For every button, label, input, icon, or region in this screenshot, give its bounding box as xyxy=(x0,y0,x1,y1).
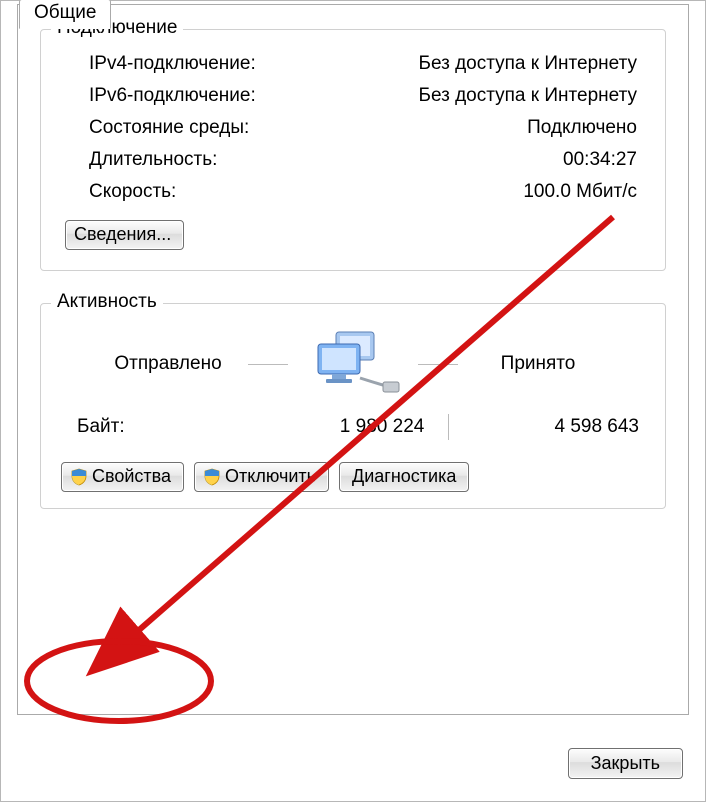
close-button-label: Закрыть xyxy=(591,753,660,774)
tab-general[interactable]: Общие xyxy=(19,0,111,29)
row-media: Состояние среды: Подключено xyxy=(59,112,647,144)
bytes-label: Байт: xyxy=(77,416,258,438)
divider xyxy=(448,414,449,440)
shield-icon xyxy=(70,468,88,486)
bytes-sent-value: 1 980 224 xyxy=(258,416,439,438)
connection-status-dialog: Общие Подключение IPv4-подключение: Без … xyxy=(0,0,706,802)
activity-group: Активность Отправлено xyxy=(40,303,666,509)
diagnose-button-label: Диагностика xyxy=(352,466,456,487)
activity-header: Отправлено xyxy=(59,328,647,400)
divider xyxy=(418,364,458,365)
media-state-label: Состояние среды: xyxy=(89,117,249,139)
ipv4-label: IPv4-подключение: xyxy=(89,53,256,75)
details-button-label: Сведения... xyxy=(74,224,171,245)
speed-label: Скорость: xyxy=(89,181,176,203)
activity-received-label: Принято xyxy=(468,353,608,375)
row-speed: Скорость: 100.0 Мбит/с xyxy=(59,176,647,208)
connection-group: Подключение IPv4-подключение: Без доступ… xyxy=(40,29,666,271)
divider xyxy=(248,364,288,365)
tab-panel-general: Подключение IPv4-подключение: Без доступ… xyxy=(17,4,689,715)
properties-button[interactable]: Свойства xyxy=(61,462,184,492)
activity-group-title: Активность xyxy=(51,291,163,313)
duration-label: Длительность: xyxy=(89,149,217,171)
row-ipv6: IPv6-подключение: Без доступа к Интернет… xyxy=(59,80,647,112)
tab-strip: Общие xyxy=(19,0,111,29)
network-computers-icon xyxy=(298,328,408,400)
properties-button-label: Свойства xyxy=(92,466,171,487)
dialog-footer: Закрыть xyxy=(568,748,683,779)
speed-value: 100.0 Мбит/с xyxy=(523,181,637,203)
row-duration: Длительность: 00:34:27 xyxy=(59,144,647,176)
disable-button-label: Отключить xyxy=(225,466,316,487)
details-button[interactable]: Сведения... xyxy=(65,220,184,250)
row-ipv4: IPv4-подключение: Без доступа к Интернет… xyxy=(59,48,647,80)
disable-button[interactable]: Отключить xyxy=(194,462,329,492)
duration-value: 00:34:27 xyxy=(563,149,637,171)
activity-sent-label: Отправлено xyxy=(98,353,238,375)
close-button[interactable]: Закрыть xyxy=(568,748,683,779)
ipv6-value: Без доступа к Интернету xyxy=(418,85,637,107)
ipv6-label: IPv6-подключение: xyxy=(89,85,256,107)
shield-icon xyxy=(203,468,221,486)
activity-action-buttons: Свойства Отключить Диагностика xyxy=(59,446,647,492)
diagnose-button[interactable]: Диагностика xyxy=(339,462,469,492)
ipv4-value: Без доступа к Интернету xyxy=(418,53,637,75)
media-state-value: Подключено xyxy=(527,117,637,139)
bytes-received-value: 4 598 643 xyxy=(458,416,639,438)
row-bytes: Байт: 1 980 224 4 598 643 xyxy=(59,408,647,446)
